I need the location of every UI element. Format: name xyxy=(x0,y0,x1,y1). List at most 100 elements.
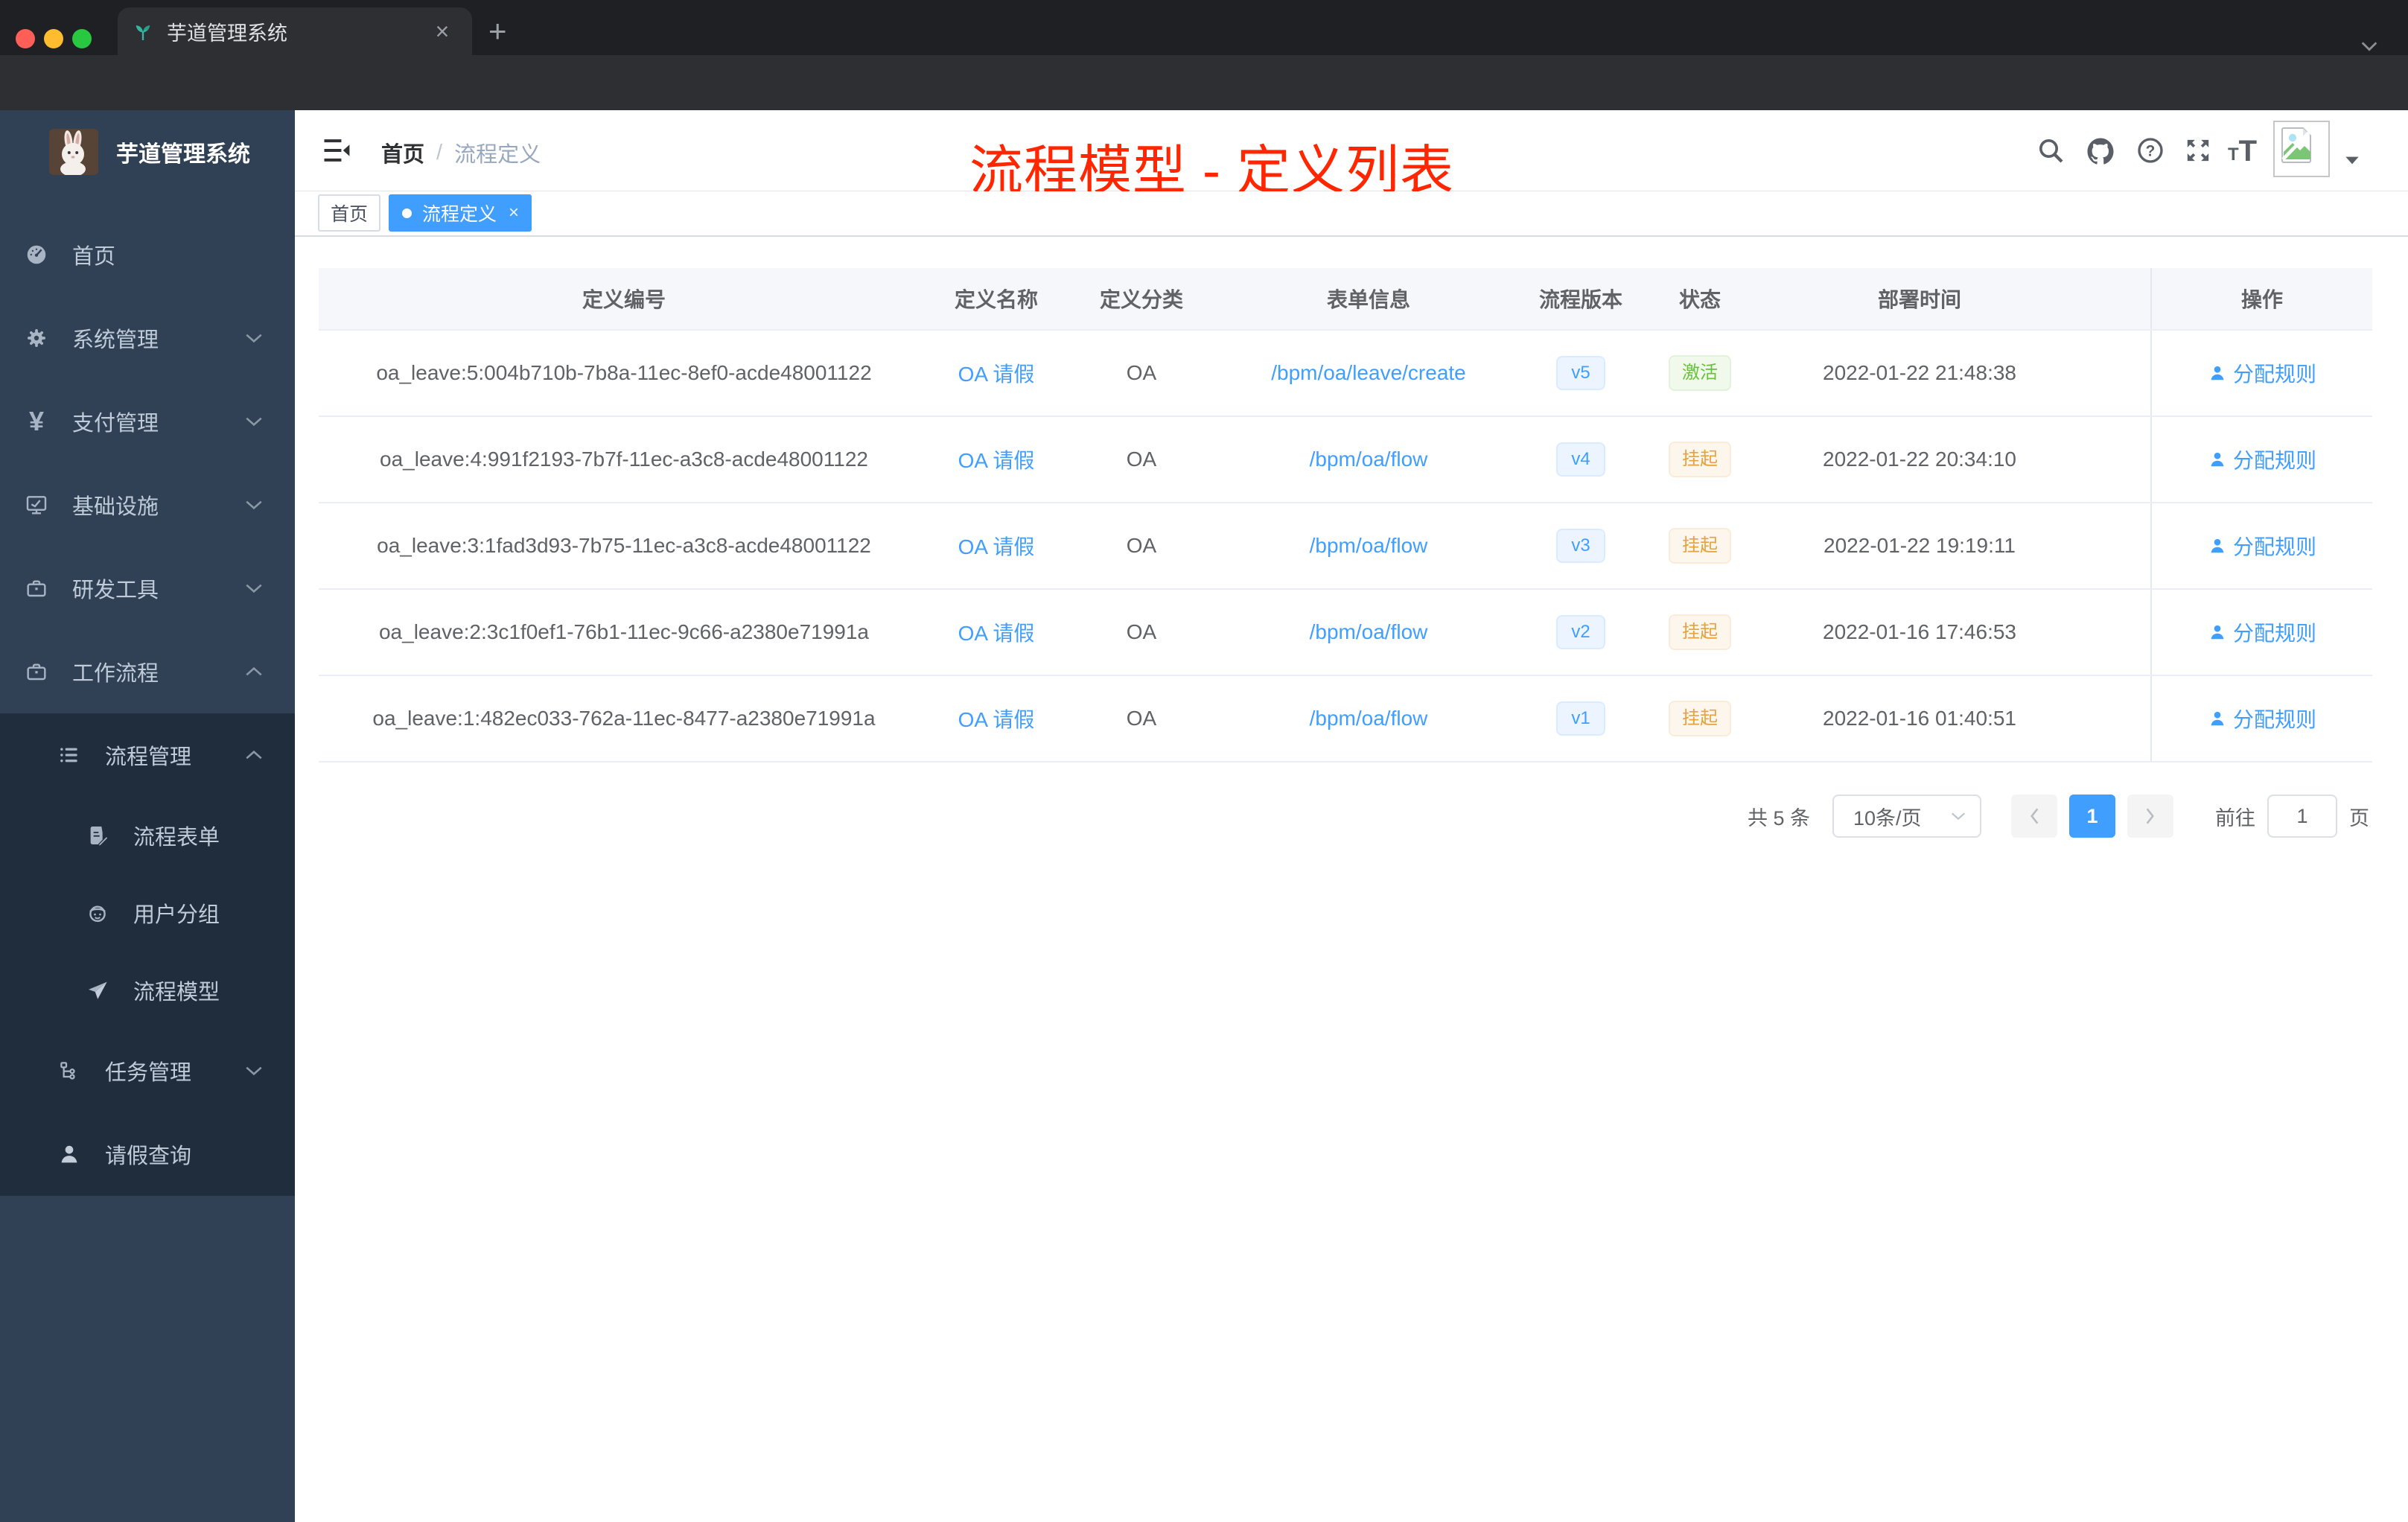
sidebar-item-label: 首页 xyxy=(72,245,116,269)
form-link[interactable]: /bpm/oa/flow xyxy=(1310,448,1428,471)
current-page-button[interactable]: 1 xyxy=(2069,795,2115,838)
sidebar-item-label: 用户分组 xyxy=(133,903,220,927)
sidebar-item-dev-tools[interactable]: 研发工具 xyxy=(0,547,295,630)
sidebar-item-label: 基础设施 xyxy=(72,495,159,519)
sidebar-item-label: 流程模型 xyxy=(133,981,220,1004)
browser-tab[interactable]: 芋道管理系统 × xyxy=(118,7,472,55)
tab-favicon-plant-icon xyxy=(131,19,155,43)
definition-table: 定义编号 定义名称 定义分类 表单信息 流程版本 状态 部署时间 操作 oa_l… xyxy=(319,268,2372,762)
sidebar-item-label: 流程表单 xyxy=(133,826,220,850)
cell-filler xyxy=(2083,417,2150,502)
sidebar-item-label: 支付管理 xyxy=(72,412,159,436)
tag-home[interactable]: 首页 xyxy=(318,194,380,232)
cell-category: OA xyxy=(1126,534,1157,557)
assign-rule-label: 分配规则 xyxy=(2232,449,2316,472)
definition-name-link[interactable]: OA 请假 xyxy=(958,358,1035,388)
definition-name-link[interactable]: OA 请假 xyxy=(958,445,1035,474)
sidebar-logo-row[interactable]: 芋道管理系统 xyxy=(0,110,295,194)
sidebar-item-home[interactable]: 首页 xyxy=(0,213,295,296)
goto-page-input[interactable] xyxy=(2267,795,2337,838)
definition-name-link[interactable]: OA 请假 xyxy=(958,617,1035,647)
tree-icon xyxy=(57,1059,81,1083)
pagination-total: 共 5 条 xyxy=(1747,806,1810,830)
status-badge: 激活 xyxy=(1669,355,1731,391)
page-unit-label: 页 xyxy=(2349,806,2369,830)
page-size-select[interactable]: 10条/页 xyxy=(1832,795,1981,838)
col-header-deploy-time: 部署时间 xyxy=(1877,288,1961,311)
form-edit-icon xyxy=(86,824,109,847)
definition-name-link[interactable]: OA 请假 xyxy=(958,704,1035,733)
sidebar-item-user-group[interactable]: 用户分组 xyxy=(0,874,295,952)
yen-icon: ¥ xyxy=(28,406,45,436)
assign-rule-button[interactable]: 分配规则 xyxy=(2208,617,2316,647)
cell-category: OA xyxy=(1126,361,1157,384)
traffic-light-zoom[interactable] xyxy=(72,29,92,48)
assign-rule-button[interactable]: 分配规则 xyxy=(2208,358,2316,388)
sidebar-item-label: 任务管理 xyxy=(105,1061,192,1085)
user-face-icon xyxy=(86,901,109,925)
cell-filler xyxy=(2083,676,2150,761)
table-row: oa_leave:4:991f2193-7b7f-11ec-a3c8-acde4… xyxy=(319,417,2372,503)
form-link[interactable]: /bpm/oa/leave/create xyxy=(1271,361,1466,385)
assign-rule-button[interactable]: 分配规则 xyxy=(2208,531,2316,561)
assign-rule-button[interactable]: 分配规则 xyxy=(2208,704,2316,733)
sidebar-item-workflow[interactable]: 工作流程 xyxy=(0,630,295,713)
page-size-value: 10条/页 xyxy=(1853,806,1922,830)
sidebar-item-label: 研发工具 xyxy=(72,579,159,602)
version-badge: v2 xyxy=(1556,615,1605,649)
table-row: oa_leave:1:482ec033-762a-11ec-8477-a2380… xyxy=(319,676,2372,762)
tag-process-definition[interactable]: 流程定义 × xyxy=(389,194,532,232)
form-link[interactable]: /bpm/oa/flow xyxy=(1310,707,1428,730)
sidebar-item-process-model[interactable]: 流程模型 xyxy=(0,952,295,1029)
col-header-process-version: 流程版本 xyxy=(1538,288,1622,311)
tab-close-icon[interactable]: × xyxy=(429,18,456,45)
person-icon xyxy=(57,1142,81,1166)
assign-rule-label: 分配规则 xyxy=(2232,363,2316,386)
assign-rule-label: 分配规则 xyxy=(2232,622,2316,645)
sidebar-item-infrastructure[interactable]: 基础设施 xyxy=(0,463,295,547)
prev-page-button[interactable] xyxy=(2011,795,2057,838)
chevron-up-icon xyxy=(244,666,264,678)
version-badge: v5 xyxy=(1556,356,1605,390)
next-page-button[interactable] xyxy=(2127,795,2173,838)
cell-filler xyxy=(2083,503,2150,588)
cell-category: OA xyxy=(1126,707,1157,730)
new-tab-button[interactable]: + xyxy=(488,16,507,47)
sidebar-item-process-form[interactable]: 流程表单 xyxy=(0,797,295,874)
table-header-row: 定义编号 定义名称 定义分类 表单信息 流程版本 状态 部署时间 操作 xyxy=(319,268,2372,331)
app-title: 芋道管理系统 xyxy=(116,142,250,167)
form-link[interactable]: /bpm/oa/flow xyxy=(1310,620,1428,644)
form-link[interactable]: /bpm/oa/flow xyxy=(1310,534,1428,558)
sidebar-toggle-icon[interactable] xyxy=(320,134,353,167)
fullscreen-icon[interactable] xyxy=(2183,136,2213,165)
sidebar-item-system-management[interactable]: 系统管理 xyxy=(0,296,295,380)
traffic-light-close[interactable] xyxy=(16,29,35,48)
sidebar-item-label: 系统管理 xyxy=(72,328,159,352)
cell-category: OA xyxy=(1126,448,1157,471)
github-icon[interactable] xyxy=(2085,136,2116,167)
main-content: 定义编号 定义名称 定义分类 表单信息 流程版本 状态 部署时间 操作 oa_l… xyxy=(295,237,2408,1522)
col-header-definition-name: 定义名称 xyxy=(954,288,1038,311)
traffic-light-minimize[interactable] xyxy=(44,29,63,48)
tab-search-chevron-icon[interactable] xyxy=(2359,39,2380,54)
help-icon[interactable]: ? xyxy=(2135,136,2165,165)
sidebar-item-payment-management[interactable]: ¥ 支付管理 xyxy=(0,380,295,463)
goto-label: 前往 xyxy=(2215,806,2255,830)
version-badge: v3 xyxy=(1556,529,1605,563)
sidebar-item-leave-query[interactable]: 请假查询 xyxy=(0,1112,295,1196)
assign-rule-label: 分配规则 xyxy=(2232,708,2316,731)
breadcrumb: 首页 / 流程定义 xyxy=(381,137,541,168)
font-size-icon[interactable]: TT xyxy=(2228,136,2257,166)
breadcrumb-home[interactable]: 首页 xyxy=(381,137,424,168)
screenshot-root: 芋道管理系统 × + 不安全 xyxy=(0,0,2408,1522)
tag-close-icon[interactable]: × xyxy=(509,203,519,223)
sidebar-item-process-management[interactable]: 流程管理 xyxy=(0,713,295,797)
sidebar-item-task-management[interactable]: 任务管理 xyxy=(0,1029,295,1112)
definition-name-link[interactable]: OA 请假 xyxy=(958,531,1035,561)
avatar[interactable] xyxy=(2273,121,2330,177)
sidebar-item-label: 流程管理 xyxy=(105,745,192,769)
search-icon[interactable] xyxy=(2036,136,2065,165)
assign-rule-button[interactable]: 分配规则 xyxy=(2208,445,2316,474)
cell-definition-id: oa_leave:3:1fad3d93-7b75-11ec-a3c8-acde4… xyxy=(377,534,871,557)
avatar-caret-icon xyxy=(2342,153,2362,167)
